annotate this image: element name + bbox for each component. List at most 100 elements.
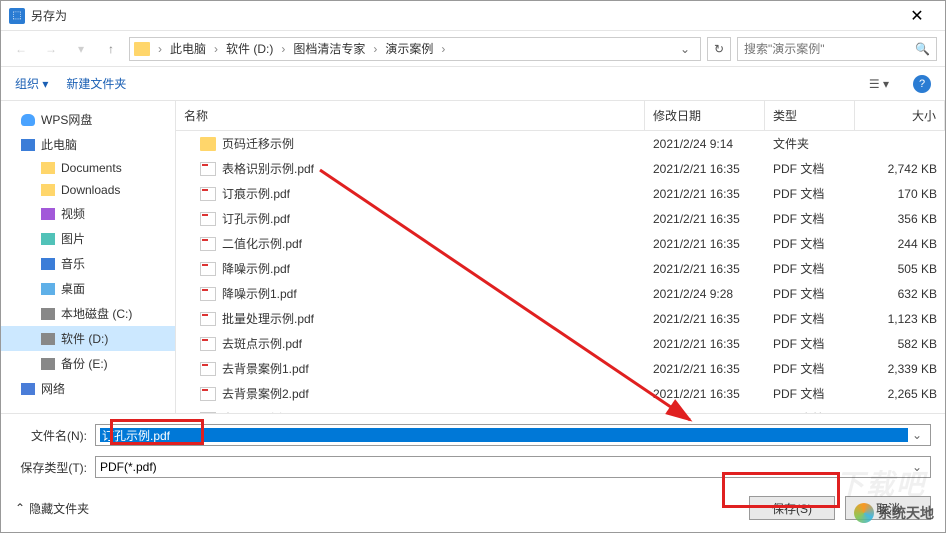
breadcrumb-item[interactable]: 此电脑 [166,38,210,59]
file-name: 表格识别示例.pdf [222,160,314,177]
file-name: 降噪示例.pdf [222,260,290,277]
sidebar-item[interactable]: 图片 [1,226,175,251]
breadcrumb[interactable]: › 此电脑 › 软件 (D:) › 图档清洁专家 › 演示案例 › ⌄ [129,37,701,61]
sidebar-item[interactable]: 视频 [1,201,175,226]
file-size: 505 KB [855,260,945,278]
view-mode-button[interactable]: ☰ ▾ [863,77,895,91]
watermark-text: 系统天地 [878,503,934,523]
sidebar-item-label: 视频 [61,205,85,222]
pdf-icon [200,212,216,226]
col-type-header[interactable]: 类型 [765,101,855,130]
refresh-button[interactable]: ↻ [707,37,731,61]
breadcrumb-dropdown[interactable]: ⌄ [674,42,696,56]
file-name: 去斑点示例.pdf [222,335,302,352]
file-type: PDF 文档 [765,308,855,329]
organize-button[interactable]: 组织 ▾ [15,75,48,92]
app-icon: ⬚ [9,8,25,24]
file-type: PDF 文档 [765,208,855,229]
file-row[interactable]: 降噪示例.pdf 2021/2/21 16:35PDF 文档505 KB [176,256,945,281]
column-header: 名称 修改日期 类型 大小 [176,101,945,131]
file-size: 1,123 KB [855,310,945,328]
pdf-icon [200,187,216,201]
hide-folders-toggle[interactable]: ⌃ 隐藏文件夹 [15,500,89,517]
watermark-logo-icon [854,503,874,523]
filetype-input[interactable] [100,460,908,474]
file-date: 2021/2/21 16:35 [645,410,765,414]
search-box[interactable]: 🔍 [737,37,937,61]
disk-icon [41,358,55,370]
file-date: 2021/2/21 16:35 [645,360,765,378]
col-name-header[interactable]: 名称 [176,101,645,130]
file-type: PDF 文档 [765,183,855,204]
sidebar-item-label: 软件 (D:) [61,330,108,347]
file-name: 去背景案例1.pdf [222,360,309,377]
chevron-down-icon[interactable]: ⌄ [908,428,926,442]
col-date-header[interactable]: 修改日期 [645,101,765,130]
file-type: PDF 文档 [765,258,855,279]
file-size: 170 KB [855,185,945,203]
window-title: 另存为 [31,7,897,24]
forward-button[interactable]: → [39,37,63,61]
file-date: 2021/2/21 16:35 [645,335,765,353]
file-name: 降噪示例1.pdf [222,285,297,302]
chevron-up-icon: ⌃ [15,501,25,515]
file-size: 2,742 KB [855,160,945,178]
file-row[interactable]: 订孔示例.pdf2021/2/21 16:35PDF 文档356 KB [176,206,945,231]
breadcrumb-item[interactable]: 演示案例 [381,38,437,59]
filename-combo[interactable]: ⌄ [95,424,931,446]
search-input[interactable] [744,42,915,56]
file-row[interactable]: 表格识别示例.pdf2021/2/21 16:35PDF 文档2,742 KB [176,156,945,181]
col-size-header[interactable]: 大小 [855,101,945,130]
titlebar: ⬚ 另存为 ✕ [1,1,945,31]
sidebar-item[interactable]: 软件 (D:) [1,326,175,351]
file-date: 2021/2/21 16:35 [645,235,765,253]
file-size: 995 KB [855,410,945,414]
pdf-icon [200,287,216,301]
breadcrumb-item[interactable]: 软件 (D:) [222,38,277,59]
file-row[interactable]: 降噪示例1.pdf2021/2/24 9:28PDF 文档632 KB [176,281,945,306]
cloud-icon [21,114,35,126]
file-row[interactable]: 去背景案例2.pdf2021/2/21 16:35PDF 文档2,265 KB [176,381,945,406]
sidebar-item[interactable]: 此电脑 [1,132,175,157]
back-button[interactable]: ← [9,37,33,61]
sidebar-item[interactable]: 本地磁盘 (C:) [1,301,175,326]
sidebar-item[interactable]: Downloads [1,179,175,201]
file-row[interactable]: 页码迁移示例2021/2/24 9:14文件夹 [176,131,945,156]
recent-button[interactable]: ▾ [69,37,93,61]
sidebar-item[interactable]: 音乐 [1,251,175,276]
folder-icon [134,42,150,56]
folder-icon [41,184,55,196]
save-button[interactable]: 保存(S) [749,496,835,520]
file-row[interactable]: 去斑点示例.pdf2021/2/21 16:35PDF 文档582 KB [176,331,945,356]
filetype-combo[interactable]: ⌄ [95,456,931,478]
pdf-icon [200,237,216,251]
chevron-right-icon: › [154,42,166,56]
filename-input[interactable] [100,428,908,442]
new-folder-button[interactable]: 新建文件夹 [66,75,126,92]
file-row[interactable]: 批量处理示例.pdf2021/2/21 16:35PDF 文档1,123 KB [176,306,945,331]
file-size: 356 KB [855,210,945,228]
file-size [855,142,945,146]
file-row[interactable]: 二值化示例.pdf2021/2/21 16:35PDF 文档244 KB [176,231,945,256]
folder-icon [41,162,55,174]
file-date: 2021/2/21 16:35 [645,260,765,278]
breadcrumb-item[interactable]: 图档清洁专家 [289,38,369,59]
up-button[interactable]: ↑ [99,37,123,61]
file-row[interactable]: 去背景案例1.pdf2021/2/21 16:35PDF 文档2,339 KB [176,356,945,381]
file-row[interactable]: 去黑边示例.pdf2021/2/21 16:35PDF 文档995 KB [176,406,945,413]
sidebar-item[interactable]: Documents [1,157,175,179]
sidebar-item[interactable]: 网络 [1,376,175,401]
sidebar-item[interactable]: 桌面 [1,276,175,301]
pdf-icon [200,162,216,176]
help-button[interactable]: ? [913,75,931,93]
file-row[interactable]: 订痕示例.pdf2021/2/21 16:35PDF 文档170 KB [176,181,945,206]
sidebar-item-label: 此电脑 [41,136,77,153]
toolbar: 组织 ▾ 新建文件夹 ☰ ▾ ? [1,67,945,101]
hide-folders-label: 隐藏文件夹 [29,500,89,517]
sidebar-item[interactable]: WPS网盘 [1,107,175,132]
file-name: 订孔示例.pdf [222,210,290,227]
sidebar-item[interactable]: 备份 (E:) [1,351,175,376]
disk-icon [41,308,55,320]
close-button[interactable]: ✕ [897,6,937,26]
sidebar-item-label: WPS网盘 [41,111,92,128]
